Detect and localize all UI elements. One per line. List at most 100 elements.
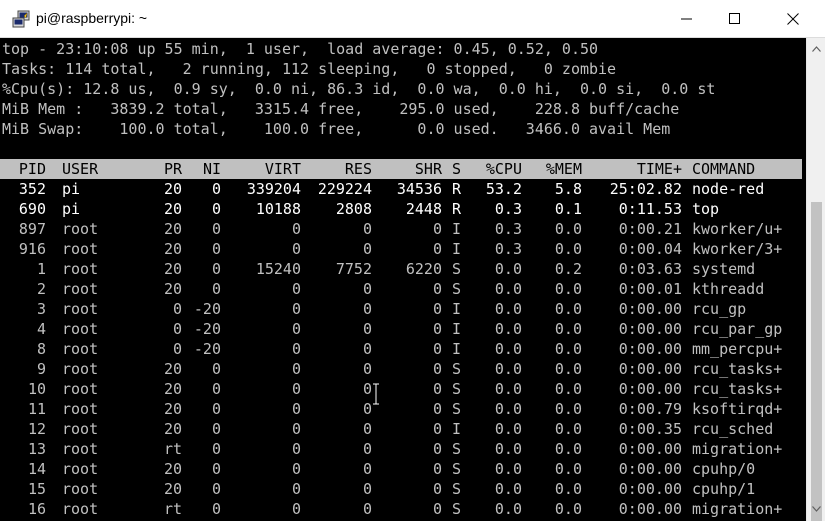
cpu-line: %Cpu(s): 12.8 us, 0.9 sy, 0.0 ni, 86.3 i…: [2, 80, 716, 98]
process-command: kworker/3+: [692, 240, 783, 258]
process-ni: 0: [211, 260, 221, 278]
process-ni: 0: [211, 240, 221, 258]
process-time: 0:00.00: [618, 340, 682, 358]
process-res: 0: [362, 320, 372, 338]
maximize-button[interactable]: [712, 0, 758, 38]
process-s: S: [452, 440, 462, 458]
process-mem: 0.0: [554, 460, 582, 478]
putty-icon[interactable]: [12, 10, 30, 28]
col-res: RES: [344, 160, 372, 178]
process-res: 0: [362, 340, 372, 358]
process-pr: 20: [163, 240, 182, 258]
process-cpu: 0.0: [494, 380, 522, 398]
process-command: systemd: [692, 260, 756, 278]
process-cpu: 0.3: [494, 240, 522, 258]
process-command: rcu_tasks+: [692, 360, 783, 378]
vertical-scrollbar[interactable]: [806, 38, 825, 521]
process-mem: 0.0: [554, 300, 582, 318]
process-command: rcu_gp: [692, 300, 747, 318]
process-mem: 0.0: [554, 420, 582, 438]
col-state: S: [452, 160, 462, 178]
swap-line: MiB Swap: 100.0 total, 100.0 free, 0.0 u…: [2, 120, 671, 138]
process-user: root: [62, 440, 99, 458]
scrollbar-thumb[interactable]: [811, 202, 822, 521]
process-ni: 0: [211, 200, 221, 218]
process-user: root: [62, 420, 99, 438]
process-time: 0:00.00: [618, 460, 682, 478]
process-res: 0: [362, 460, 372, 478]
process-command: migration+: [692, 500, 783, 518]
process-pr: 0: [172, 340, 182, 358]
process-pr: 0: [172, 300, 182, 318]
scroll-up-icon[interactable]: [812, 46, 821, 52]
process-user: root: [62, 240, 99, 258]
process-pr: 20: [163, 400, 182, 418]
terminal-output[interactable]: top - 23:10:08 up 55 min, 1 user, load a…: [0, 38, 806, 521]
process-command: rcu_sched: [692, 420, 774, 438]
process-virt: 0: [291, 300, 301, 318]
process-shr: 0: [432, 240, 442, 258]
process-time: 0:00.00: [618, 300, 682, 318]
process-pid: 8: [36, 340, 46, 358]
close-button[interactable]: [770, 0, 816, 38]
process-pr: 20: [163, 460, 182, 478]
process-res: 0: [362, 360, 372, 378]
process-row: 690 pi 20 0 10188 2808 2448 R 0.3 0.1 0:11.53 top: [0, 199, 802, 219]
process-pid: 14: [27, 460, 46, 478]
process-ni: 0: [211, 460, 221, 478]
process-mem: 0.0: [554, 440, 582, 458]
process-user: root: [62, 400, 99, 418]
process-virt: 0: [291, 500, 301, 518]
process-row: 14 root 20 0 0 0 0 S 0.0 0.0 0:00.00 cpuhp/0: [0, 459, 802, 479]
process-mem: 0.0: [554, 360, 582, 378]
process-shr: 0: [432, 360, 442, 378]
process-s: S: [452, 400, 462, 418]
process-shr: 2448: [405, 200, 442, 218]
col-pid: PID: [18, 160, 46, 178]
process-cpu: 53.2: [485, 180, 522, 198]
process-pid: 916: [18, 240, 46, 258]
process-pr: 20: [163, 380, 182, 398]
col-virt: VIRT: [264, 160, 301, 178]
minimize-button[interactable]: [664, 0, 710, 38]
process-cpu: 0.0: [494, 320, 522, 338]
process-res: 0: [362, 220, 372, 238]
process-command: cpuhp/1: [692, 480, 756, 498]
process-s: I: [452, 300, 462, 318]
process-pr: 20: [163, 260, 182, 278]
process-pid: 352: [18, 180, 46, 198]
process-time: 0:00.04: [618, 240, 682, 258]
process-pid: 3: [36, 300, 46, 318]
col-mem: %MEM: [545, 160, 582, 178]
process-ni: 0: [211, 360, 221, 378]
process-pr: 20: [163, 420, 182, 438]
window-title-bar[interactable]: pi@raspberrypi: ~: [0, 0, 825, 38]
process-res: 0: [362, 420, 372, 438]
process-shr: 0: [432, 480, 442, 498]
process-command: mm_percpu+: [692, 340, 783, 358]
process-cpu: 0.0: [494, 440, 522, 458]
process-mem: 0.0: [554, 500, 582, 518]
process-virt: 0: [291, 280, 301, 298]
process-virt: 0: [291, 480, 301, 498]
process-mem: 0.0: [554, 400, 582, 418]
process-mem: 5.8: [554, 180, 582, 198]
process-pid: 15: [27, 480, 46, 498]
process-virt: 0: [291, 440, 301, 458]
col-time: TIME+: [636, 160, 682, 178]
process-s: I: [452, 420, 462, 438]
process-shr: 0: [432, 280, 442, 298]
process-pid: 4: [36, 320, 46, 338]
process-time: 25:02.82: [609, 180, 682, 198]
process-res: 0: [362, 300, 372, 318]
process-user: root: [62, 340, 99, 358]
process-s: S: [452, 500, 462, 518]
process-time: 0:00.79: [618, 400, 682, 418]
window-title: pi@raspberrypi: ~: [36, 10, 148, 26]
process-virt: 339204: [246, 180, 301, 198]
scroll-down-icon[interactable]: [812, 506, 821, 512]
process-row: 9 root 20 0 0 0 0 S 0.0 0.0 0:00.00 rcu_tasks+: [0, 359, 802, 379]
col-pr: PR: [163, 160, 182, 178]
process-cpu: 0.0: [494, 400, 522, 418]
process-time: 0:11.53: [618, 200, 682, 218]
